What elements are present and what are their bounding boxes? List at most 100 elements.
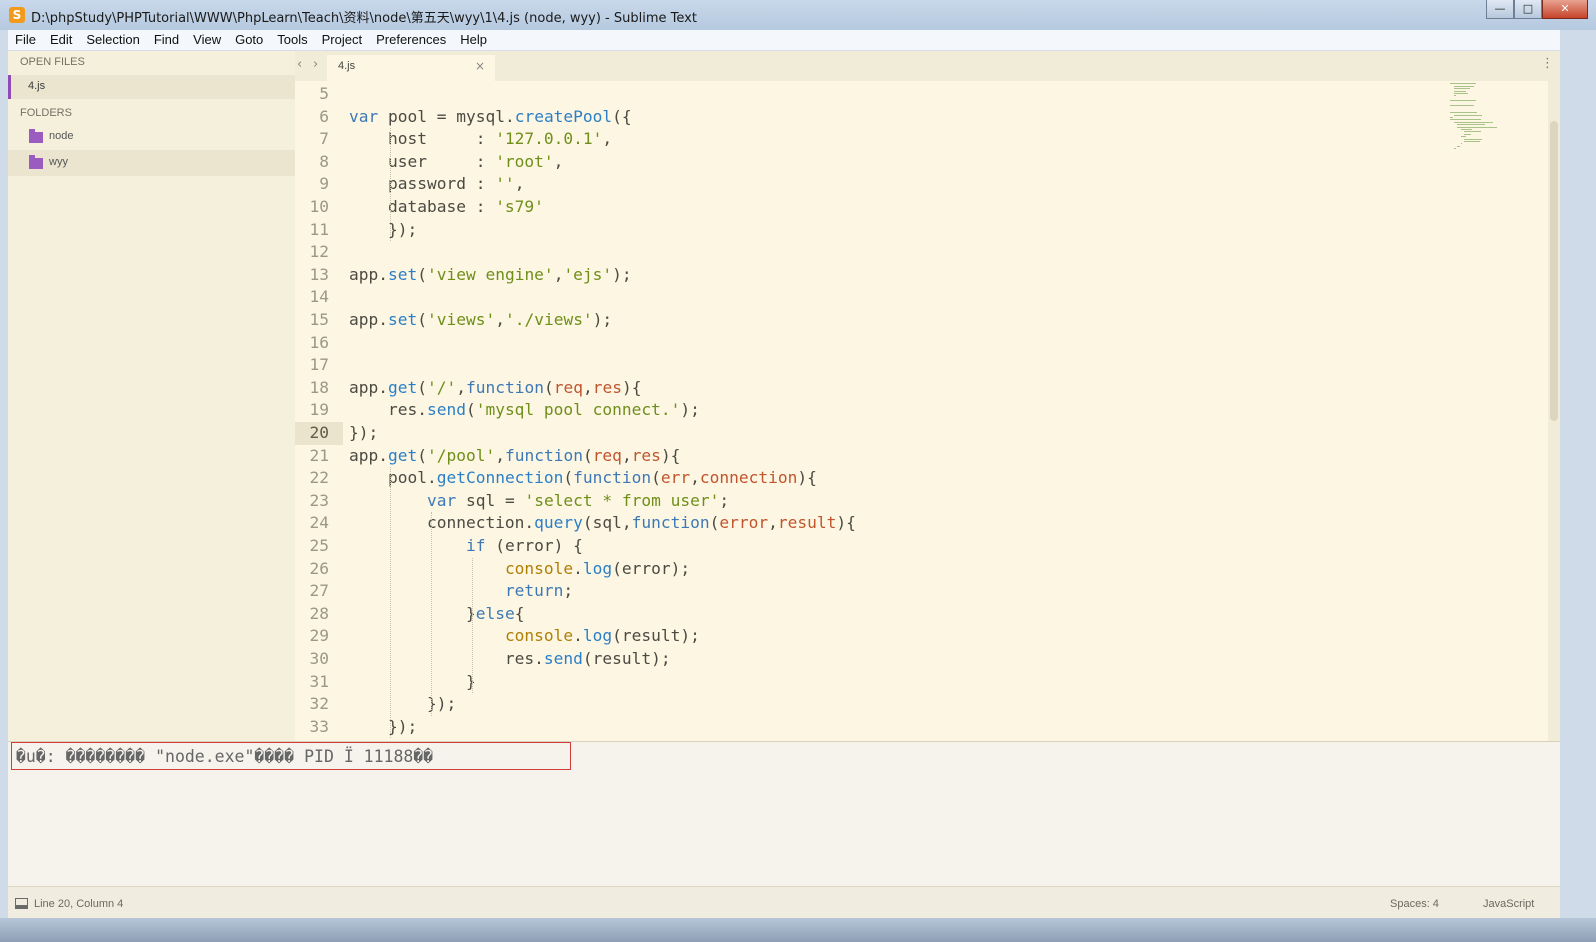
folder-item-wyy[interactable]: wyy [8, 150, 295, 176]
code-line[interactable]: password : '', [349, 173, 524, 196]
code-token: set [387, 310, 418, 329]
code-token: , [602, 129, 613, 149]
menu-file[interactable]: File [8, 30, 43, 50]
code-token: ( [417, 264, 427, 284]
code-token: req [553, 377, 583, 397]
window-title: D:\phpStudy\PHPTutorial\WWW\PhpLearn\Tea… [31, 11, 697, 26]
code-line[interactable]: database : 's79' [349, 196, 544, 219]
code-line[interactable]: pool.getConnection(function(err,connecti… [349, 467, 817, 490]
minimap-line [1453, 85, 1475, 87]
code-line[interactable]: if (error) { [349, 535, 583, 558]
code-line[interactable]: }); [349, 693, 456, 716]
code-token: , [768, 513, 778, 533]
menu-selection[interactable]: Selection [79, 30, 146, 50]
line-number: 22 [309, 468, 330, 488]
line-number: 23 [309, 490, 330, 510]
code-line[interactable]: res.send('mysql pool connect.'); [349, 399, 700, 422]
code-token: , [514, 174, 525, 194]
code-token: host : [349, 129, 496, 149]
indentation-setting[interactable]: Spaces: 4 [1390, 898, 1439, 910]
code-line[interactable]: app.get('/pool',function(req,res){ [349, 445, 680, 468]
line-number: 6 [319, 106, 329, 126]
line-number: 15 [309, 310, 330, 329]
line-number: 32 [309, 694, 330, 714]
line-number: 16 [309, 332, 330, 352]
code-token: return [504, 581, 564, 601]
code-token: ); [612, 264, 632, 284]
code-line[interactable]: }); [349, 716, 417, 739]
menu-help[interactable]: Help [453, 30, 494, 50]
code-line[interactable]: app.set('view engine','ejs'); [349, 264, 632, 287]
minimap-line [1464, 133, 1471, 135]
code-line[interactable]: host : '127.0.0.1', [349, 128, 612, 151]
indent-guide [390, 128, 392, 242]
menu-preferences[interactable]: Preferences [369, 30, 453, 50]
code-line[interactable]: }); [349, 422, 378, 445]
tab-4js[interactable]: 4.js × [327, 55, 495, 81]
open-file-item[interactable]: 4.js [8, 75, 295, 99]
minimap-line [1450, 119, 1481, 121]
code-line[interactable]: var sql = 'select * from user'; [349, 490, 729, 513]
code-token: 'select * from user' [524, 490, 720, 510]
indent-guide [390, 467, 392, 739]
code-token: ; [563, 581, 574, 601]
panel-toggle-icon[interactable] [15, 898, 28, 909]
menu-view[interactable]: View [186, 30, 228, 50]
code-line[interactable]: app.set('views','./views'); [349, 309, 612, 332]
menu-goto[interactable]: Goto [228, 30, 270, 50]
code-line[interactable]: res.send(result); [349, 648, 671, 671]
minimap[interactable] [1450, 81, 1505, 156]
line-number: 20 [295, 422, 343, 445]
code-token: , [553, 151, 564, 171]
scrollbar-thumb[interactable] [1550, 121, 1558, 421]
code-token: 's79' [495, 197, 544, 216]
code-token: log [582, 626, 613, 646]
code-line[interactable]: }else{ [349, 603, 525, 626]
code-token: get [387, 445, 418, 465]
code-token: ( [417, 310, 427, 329]
code-line[interactable]: user : 'root', [349, 151, 563, 174]
code-line[interactable]: console.log(result); [349, 625, 700, 648]
code-token: password : [349, 174, 496, 194]
code-line[interactable]: }); [349, 219, 417, 242]
minimize-button[interactable]: — [1486, 0, 1514, 19]
tab-close-icon[interactable]: × [475, 59, 485, 73]
code-line[interactable]: } [349, 671, 476, 694]
code-token: pool = mysql. [378, 106, 515, 126]
code-token: ( [563, 468, 574, 488]
code-line[interactable]: app.get('/',function(req,res){ [349, 377, 641, 400]
folder-icon [29, 155, 43, 169]
maximize-button[interactable]: □ [1514, 0, 1542, 19]
tab-overflow-icon[interactable]: ⋮ [1541, 56, 1554, 71]
code-token: ( [417, 445, 427, 465]
tab-back-icon[interactable]: ‹ [297, 57, 302, 72]
syntax-mode[interactable]: JavaScript [1483, 898, 1534, 910]
sublime-app-icon: S [9, 7, 25, 23]
line-number: 30 [309, 649, 330, 668]
folder-item-node[interactable]: node [8, 124, 295, 150]
code-token: . [573, 626, 583, 646]
code-line[interactable]: console.log(error); [349, 558, 690, 581]
code-token: , [690, 468, 700, 488]
code-line[interactable]: return; [349, 580, 573, 603]
menu-tools[interactable]: Tools [270, 30, 314, 50]
code-token: send [543, 649, 583, 668]
console-output: �u�: �������� "node.exe"���� PID Ï 11188… [16, 747, 434, 766]
code-token: res. [349, 400, 427, 420]
code-token: ({ [612, 106, 632, 126]
tab-forward-icon[interactable]: › [313, 57, 318, 72]
code-token: function [573, 468, 652, 488]
menu-edit[interactable]: Edit [43, 30, 79, 50]
line-number: 8 [319, 151, 329, 171]
code-token: else [475, 603, 515, 623]
menu-find[interactable]: Find [147, 30, 186, 50]
code-line[interactable]: var pool = mysql.createPool({ [349, 106, 632, 129]
code-line[interactable]: connection.query(sql,function(error,resu… [349, 512, 856, 535]
vertical-scrollbar[interactable] [1548, 81, 1560, 741]
close-button[interactable]: ✕ [1542, 0, 1588, 19]
code-token: 'mysql pool connect.' [475, 400, 681, 420]
line-number: 28 [309, 603, 330, 623]
code-editor[interactable]: 5 6 7 8 9 10 11 12 13 14 15 16 17 18 19 20 21 22 23 24 25 26 2… [295, 81, 1548, 741]
menu-project[interactable]: Project [315, 30, 369, 50]
